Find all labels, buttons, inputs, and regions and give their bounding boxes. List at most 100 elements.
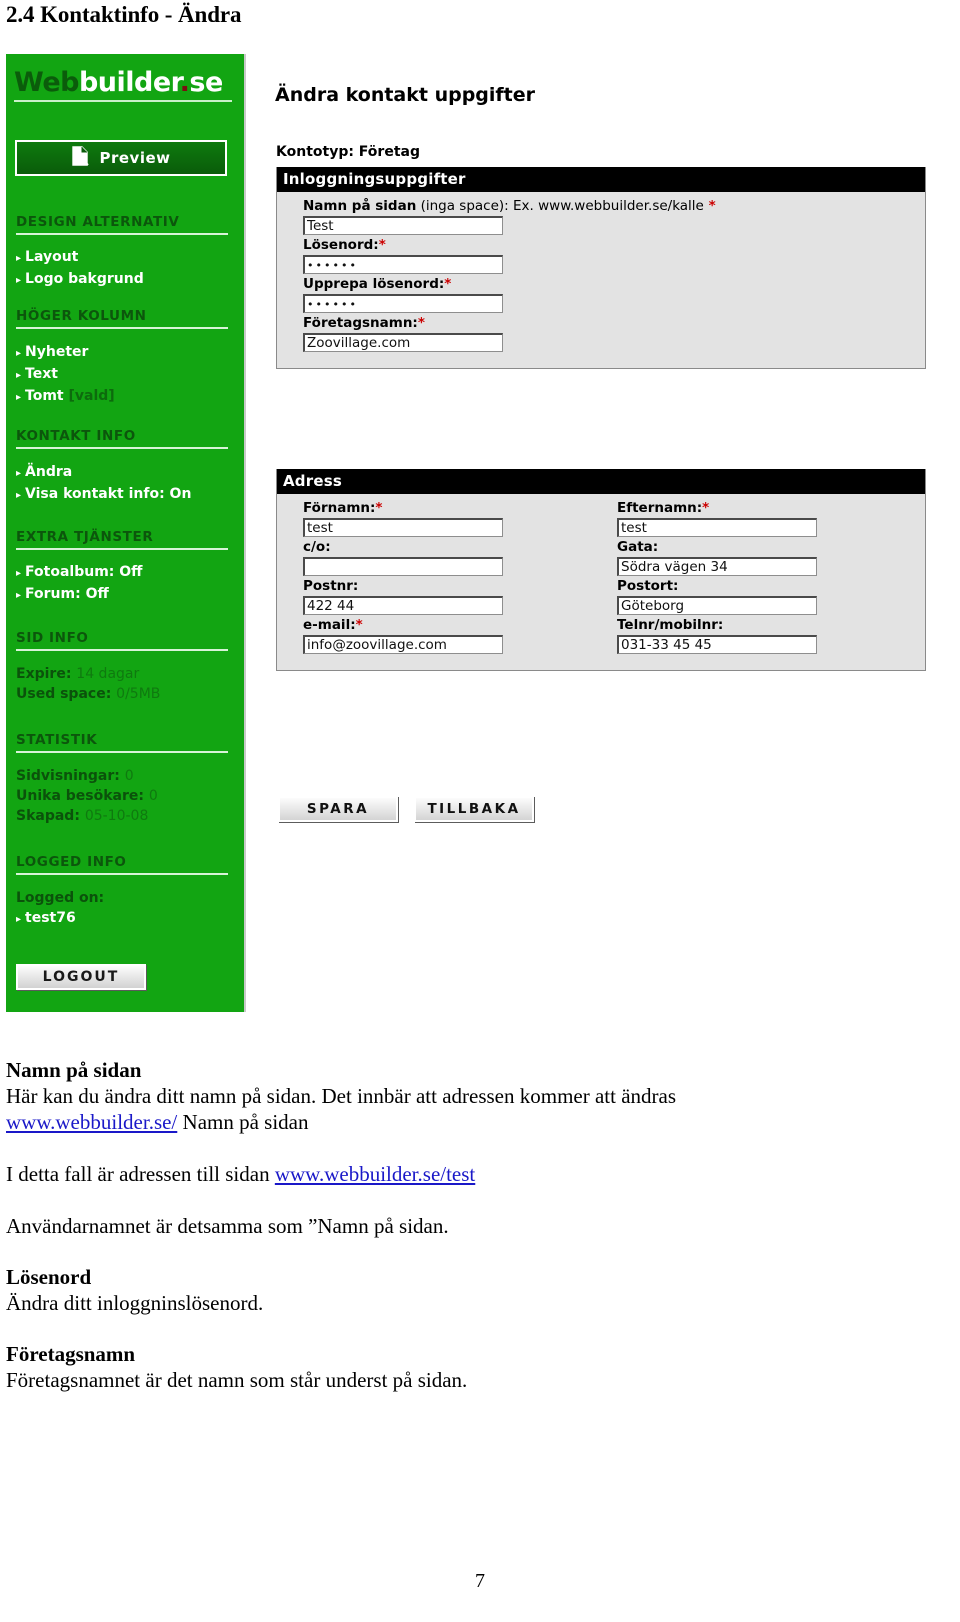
page-title: 2.4 Kontaktinfo - Ändra (6, 2, 242, 27)
required-asterisk: * (417, 315, 425, 331)
sidebar-item-logo-bakgrund[interactable]: ▸ Logo bakgrund (16, 269, 240, 291)
section-divider (16, 873, 228, 875)
sidebar-group-extra-tjanster: ▸ Fotoalbum: Off ▸ Forum: Off (16, 562, 240, 606)
sidebar-item-fotoalbum[interactable]: ▸ Fotoalbum: Off (16, 562, 240, 584)
telnr-input[interactable]: 031-33 45 45 (617, 635, 817, 654)
section-divider (16, 751, 228, 753)
field-label-telnr: Telnr/mobilnr: (617, 617, 724, 633)
losenord-input[interactable]: •••••• (303, 255, 503, 274)
sidebar-item-layout[interactable]: ▸ Layout (16, 247, 240, 269)
sidebar-item-tomt[interactable]: ▸ Tomt [vald] (16, 386, 240, 408)
address-left-column: Förnamn:* test c/o: Postnr: 422 44 e-mai… (277, 500, 601, 656)
required-asterisk: * (702, 500, 710, 516)
prose-paragraph-3: Användarnamnet är detsamma som ”Namn på … (6, 1214, 449, 1238)
field-upprepa-losenord: Upprepa lösenord:* •••••• (303, 276, 925, 313)
namn-pa-sidan-input[interactable]: Test (303, 216, 503, 235)
link-webbuilder-root[interactable]: www.webbuilder.se/ (6, 1110, 177, 1134)
field-namn-pa-sidan: Namn på sidan (inga space): Ex. www.webb… (303, 198, 925, 235)
required-asterisk: * (444, 276, 452, 292)
sidebar-item-andra[interactable]: ▸ Ändra (16, 462, 240, 484)
statistik-row-skapad: Skapad: 05-10-08 (16, 808, 149, 824)
sidebar-item-forum[interactable]: ▸ Forum: Off (16, 584, 240, 606)
sidebar-section-title-design: DESIGN ALTERNATIV (16, 214, 232, 235)
embedded-screenshot: Webbuilder.se Preview DESIGN ALTERNATIV … (6, 54, 926, 1014)
section-divider (16, 327, 228, 329)
required-asterisk: * (375, 500, 383, 516)
sidebar-section-title-hoger-kolumn: HÖGER KOLUMN (16, 308, 232, 329)
sidebar-item-tomt-state: [vald] (68, 388, 115, 404)
link-webbuilder-test[interactable]: www.webbuilder.se/test (275, 1162, 475, 1186)
address-right-column: Efternamn:* test Gata: Södra vägen 34 Po… (601, 500, 925, 656)
field-label-namn-pa-sidan: Namn på sidan (inga space): Ex. www.webb… (303, 198, 716, 214)
prose-paragraph-5: Företagsnamnet är det namn som står unde… (6, 1368, 468, 1392)
sidebar-logged-user-group: ▸ test76 (16, 908, 240, 930)
field-postnr: Postnr: 422 44 (303, 578, 601, 615)
field-label-co: c/o: (303, 539, 331, 555)
content-title: Ändra kontakt uppgifter (275, 84, 536, 106)
logged-on-label: Logged on: (16, 890, 105, 906)
sidebar-section-title-extra-tjanster: EXTRA TJÄNSTER (16, 529, 232, 550)
upprepa-losenord-input[interactable]: •••••• (303, 294, 503, 313)
preview-button[interactable]: Preview (15, 140, 227, 176)
chevron-right-icon: ▸ (16, 348, 22, 359)
logo-part-dot: . (179, 67, 190, 98)
sidebar-item-visa-kontakt-info[interactable]: ▸ Visa kontakt info: On (16, 484, 240, 506)
efternamn-input[interactable]: test (617, 518, 817, 537)
field-label-foretagsnamn: Företagsnamn:* (303, 315, 425, 331)
field-label-upprepa-losenord: Upprepa lösenord:* (303, 276, 452, 292)
gata-input[interactable]: Södra vägen 34 (617, 557, 817, 576)
section-divider (16, 649, 228, 651)
prose-heading-foretagsnamn: Företagsnamn (6, 1342, 136, 1366)
sidebar: Webbuilder.se Preview DESIGN ALTERNATIV … (6, 54, 246, 1012)
chevron-right-icon: ▸ (16, 490, 22, 501)
required-asterisk: * (708, 198, 716, 214)
document-body: Namn på sidan Här kan du ändra ditt namn… (0, 1058, 960, 1393)
field-losenord: Lösenord:* •••••• (303, 237, 925, 274)
sidebar-section-title-kontakt-info: KONTAKT INFO (16, 428, 232, 449)
chevron-right-icon: ▸ (16, 370, 22, 381)
co-input[interactable] (303, 557, 503, 576)
chevron-right-icon: ▸ (16, 568, 22, 579)
sidebar-section-title-sid-info: SID INFO (16, 630, 232, 651)
sidebar-group-hoger-kolumn: ▸ Nyheter ▸ Text ▸ Tomt [vald] (16, 342, 240, 408)
logout-button[interactable]: LOGOUT (16, 964, 146, 990)
field-label-losenord: Lösenord:* (303, 237, 386, 253)
field-label-postnr: Postnr: (303, 578, 359, 594)
sidebar-statistik-values: Sidvisningar: 0 Unika besökare: 0 Skapad… (16, 766, 242, 826)
field-efternamn: Efternamn:* test (617, 500, 925, 537)
sidebar-logged-info-values: Logged on: (16, 888, 242, 908)
section-divider (16, 548, 228, 550)
field-email: e-mail:* info@zoovillage.com (303, 617, 601, 654)
chevron-right-icon: ▸ (16, 914, 22, 925)
logo-divider (14, 100, 232, 102)
page-preview-icon (71, 146, 90, 170)
address-panel-body: Förnamn:* test c/o: Postnr: 422 44 e-mai… (277, 494, 925, 670)
fornamn-input[interactable]: test (303, 518, 503, 537)
webbuilder-logo: Webbuilder.se (14, 68, 236, 102)
postort-input[interactable]: Göteborg (617, 596, 817, 615)
sidebar-item-text[interactable]: ▸ Text (16, 364, 240, 386)
field-label-postort: Postort: (617, 578, 679, 594)
field-telnr: Telnr/mobilnr: 031-33 45 45 (617, 617, 925, 654)
kontotyp-label: Kontotyp: Företag (276, 144, 420, 160)
field-label-efternamn: Efternamn:* (617, 500, 710, 516)
sidebar-group-design: ▸ Layout ▸ Logo bakgrund (16, 247, 240, 291)
logo-part-se: se (189, 67, 223, 98)
postnr-input[interactable]: 422 44 (303, 596, 503, 615)
sidebar-item-logged-user[interactable]: ▸ test76 (16, 908, 240, 930)
foretagsnamn-input[interactable]: Zoovillage.com (303, 333, 503, 352)
chevron-right-icon: ▸ (16, 275, 22, 286)
login-details-panel: Inloggningsuppgifter Namn på sidan (inga… (276, 167, 926, 369)
chevron-right-icon: ▸ (16, 468, 22, 479)
email-input[interactable]: info@zoovillage.com (303, 635, 503, 654)
back-button[interactable]: TILLBAKA (414, 796, 534, 822)
prose-paragraph-2: I detta fall är adressen till sidan www.… (6, 1162, 476, 1186)
sidebar-item-nyheter[interactable]: ▸ Nyheter (16, 342, 240, 364)
preview-button-label: Preview (99, 149, 171, 167)
save-button[interactable]: SPARA (278, 796, 398, 822)
required-asterisk: * (378, 237, 386, 253)
